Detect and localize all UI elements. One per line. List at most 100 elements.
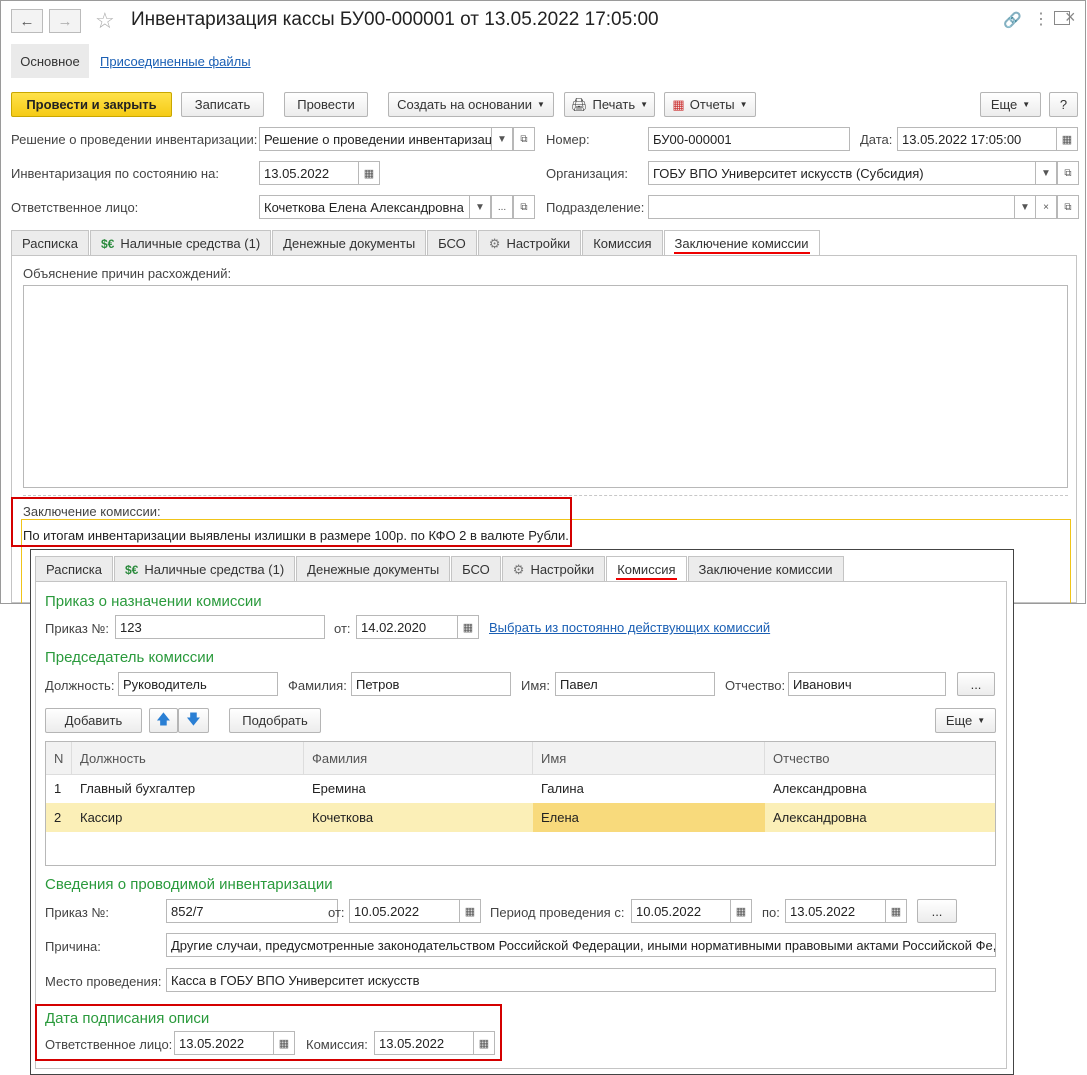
inv-date-field[interactable]: 10.05.2022 bbox=[349, 899, 460, 923]
name-label: Имя: bbox=[521, 678, 550, 693]
calendar-icon[interactable]: ▦ bbox=[730, 899, 752, 923]
surname-field[interactable]: Петров bbox=[351, 672, 511, 696]
period-label: Период проведения с: bbox=[490, 905, 625, 920]
print-button[interactable]: 🖨 Печать ▼ bbox=[564, 92, 655, 117]
gear-icon: ⚙ bbox=[512, 561, 525, 577]
dropdown-icon[interactable]: ▼ bbox=[491, 127, 513, 151]
tab-cash[interactable]: $€ Наличные средства (1) bbox=[89, 230, 272, 256]
explain-textarea[interactable] bbox=[23, 285, 1068, 488]
tab-cash[interactable]: $€ Наличные средства (1) bbox=[113, 556, 296, 582]
tab-money-docs[interactable]: Денежные документы bbox=[272, 230, 427, 256]
period-to-field[interactable]: 13.05.2022 bbox=[785, 899, 886, 923]
order-label: Приказ №: bbox=[45, 621, 110, 636]
post-and-close-button[interactable]: Провести и закрыть bbox=[11, 92, 172, 117]
position-field[interactable]: Руководитель bbox=[118, 672, 278, 696]
calendar-icon[interactable]: ▦ bbox=[885, 899, 907, 923]
number-label: Номер: bbox=[546, 132, 590, 147]
post-button[interactable]: Провести bbox=[284, 92, 368, 117]
tab-main[interactable]: Основное bbox=[11, 44, 89, 78]
position-label: Должность: bbox=[45, 678, 115, 693]
tab-conclusion[interactable]: Заключение комиссии bbox=[663, 230, 820, 256]
tab-bso[interactable]: БСО bbox=[427, 230, 477, 256]
calendar-icon[interactable]: ▦ bbox=[358, 161, 380, 185]
col-name[interactable]: Имя bbox=[533, 742, 765, 774]
col-surname[interactable]: Фамилия bbox=[304, 742, 533, 774]
org-field[interactable]: ГОБУ ВПО Университет искусств (Субсидия) bbox=[648, 161, 1036, 185]
reason-field[interactable]: Другие случаи, предусмотренные законодат… bbox=[166, 933, 996, 957]
open-icon[interactable]: ⧉ bbox=[513, 127, 535, 151]
open-icon[interactable]: ⧉ bbox=[1057, 161, 1079, 185]
splitter[interactable] bbox=[23, 495, 1068, 496]
open-icon[interactable]: ⧉ bbox=[513, 195, 535, 219]
move-up-button[interactable]: 🡅 bbox=[149, 708, 178, 733]
inv-order-field[interactable]: 852/7 bbox=[166, 899, 338, 923]
choose-commission-link[interactable]: Выбрать из постоянно действующих комисси… bbox=[489, 620, 770, 635]
chair-select-button[interactable]: ... bbox=[957, 672, 995, 696]
menu-dots-icon[interactable]: ⋮ bbox=[1033, 9, 1049, 29]
clear-icon[interactable]: × bbox=[1035, 195, 1057, 219]
open-icon[interactable]: ⧉ bbox=[1057, 195, 1079, 219]
dropdown-icon[interactable]: ▼ bbox=[469, 195, 491, 219]
tab-commission[interactable]: Комиссия bbox=[606, 556, 687, 582]
name-field[interactable]: Павел bbox=[555, 672, 715, 696]
date-field[interactable]: 13.05.2022 17:05:00 bbox=[897, 127, 1057, 151]
tab-commission[interactable]: Комиссия bbox=[582, 230, 663, 256]
save-button[interactable]: Записать bbox=[181, 92, 264, 117]
patronymic-field[interactable]: Иванович bbox=[788, 672, 946, 696]
tab-settings[interactable]: ⚙ Настройки bbox=[501, 556, 606, 582]
close-icon[interactable]: × bbox=[1065, 7, 1076, 28]
patronymic-label: Отчество: bbox=[725, 678, 786, 693]
state-date-field[interactable]: 13.05.2022 bbox=[259, 161, 359, 185]
col-position[interactable]: Должность bbox=[72, 742, 304, 774]
calendar-icon[interactable]: ▦ bbox=[1056, 127, 1078, 151]
dropdown-icon: ▼ bbox=[1022, 100, 1031, 109]
back-button[interactable]: ← bbox=[11, 9, 43, 33]
decision-label: Решение о проведении инвентаризации: bbox=[11, 132, 258, 147]
date-label: Дата: bbox=[860, 132, 893, 147]
tab-conclusion[interactable]: Заключение комиссии bbox=[687, 556, 844, 582]
tab-receipt[interactable]: Расписка bbox=[11, 230, 89, 256]
report-icon: ▦ bbox=[672, 96, 685, 112]
more-button[interactable]: Еще ▼ bbox=[980, 92, 1041, 117]
row-cell-position: Главный бухгалтер bbox=[80, 781, 196, 796]
pick-button[interactable]: Подобрать bbox=[229, 708, 321, 733]
create-based-button[interactable]: Создать на основании ▼ bbox=[388, 92, 554, 117]
tab-attached-files[interactable]: Присоединенные файлы bbox=[100, 44, 251, 78]
add-button[interactable]: Добавить bbox=[45, 708, 142, 733]
link-icon[interactable]: 🔗 bbox=[1003, 11, 1022, 29]
tabs-bar: Расписка $€ Наличные средства (1) Денежны… bbox=[11, 230, 821, 256]
col-n[interactable]: N bbox=[46, 742, 72, 774]
period-from-field[interactable]: 10.05.2022 bbox=[631, 899, 731, 923]
help-button[interactable]: ? bbox=[1049, 92, 1078, 117]
dept-field[interactable] bbox=[648, 195, 1015, 219]
resp-field[interactable]: Кочеткова Елена Александровна bbox=[259, 195, 470, 219]
star-icon[interactable]: ☆ bbox=[95, 8, 115, 34]
dropdown-icon[interactable]: ▼ bbox=[1014, 195, 1036, 219]
period-select-button[interactable]: ... bbox=[917, 899, 957, 923]
tab-cash-label: Наличные средства (1) bbox=[144, 562, 285, 577]
chair-section-title: Председатель комиссии bbox=[45, 649, 214, 666]
calendar-icon[interactable]: ▦ bbox=[459, 899, 481, 923]
commission-panel: Расписка $€ Наличные средства (1) Денежны… bbox=[30, 549, 1014, 1075]
move-down-button[interactable]: 🡇 bbox=[178, 708, 209, 733]
place-field[interactable]: Касса в ГОБУ ВПО Университет искусств bbox=[166, 968, 996, 992]
select-button[interactable]: ... bbox=[491, 195, 513, 219]
forward-button[interactable]: → bbox=[49, 9, 81, 33]
number-field[interactable]: БУ00-000001 bbox=[648, 127, 850, 151]
tab-receipt[interactable]: Расписка bbox=[35, 556, 113, 582]
arrow-right-icon: → bbox=[57, 12, 73, 30]
calendar-icon[interactable]: ▦ bbox=[457, 615, 479, 639]
document-window: ← → ☆ Инвентаризация кассы БУ00-000001 о… bbox=[0, 0, 1086, 604]
reports-button[interactable]: ▦ Отчеты ▼ bbox=[664, 92, 756, 117]
order-field[interactable]: 123 bbox=[115, 615, 325, 639]
table-more-button[interactable]: Еще ▼ bbox=[935, 708, 996, 733]
tab-settings[interactable]: ⚙ Настройки bbox=[477, 230, 582, 256]
row-cell-patronymic: Александровна bbox=[773, 810, 867, 825]
dropdown-icon[interactable]: ▼ bbox=[1035, 161, 1057, 185]
decision-field[interactable]: Решение о проведении инвентаризац bbox=[259, 127, 492, 151]
tab-bso[interactable]: БСО bbox=[451, 556, 501, 582]
surname-label: Фамилия: bbox=[288, 678, 347, 693]
order-date-field[interactable]: 14.02.2020 bbox=[356, 615, 458, 639]
tab-money-docs[interactable]: Денежные документы bbox=[296, 556, 451, 582]
col-patronymic[interactable]: Отчество bbox=[765, 742, 995, 774]
